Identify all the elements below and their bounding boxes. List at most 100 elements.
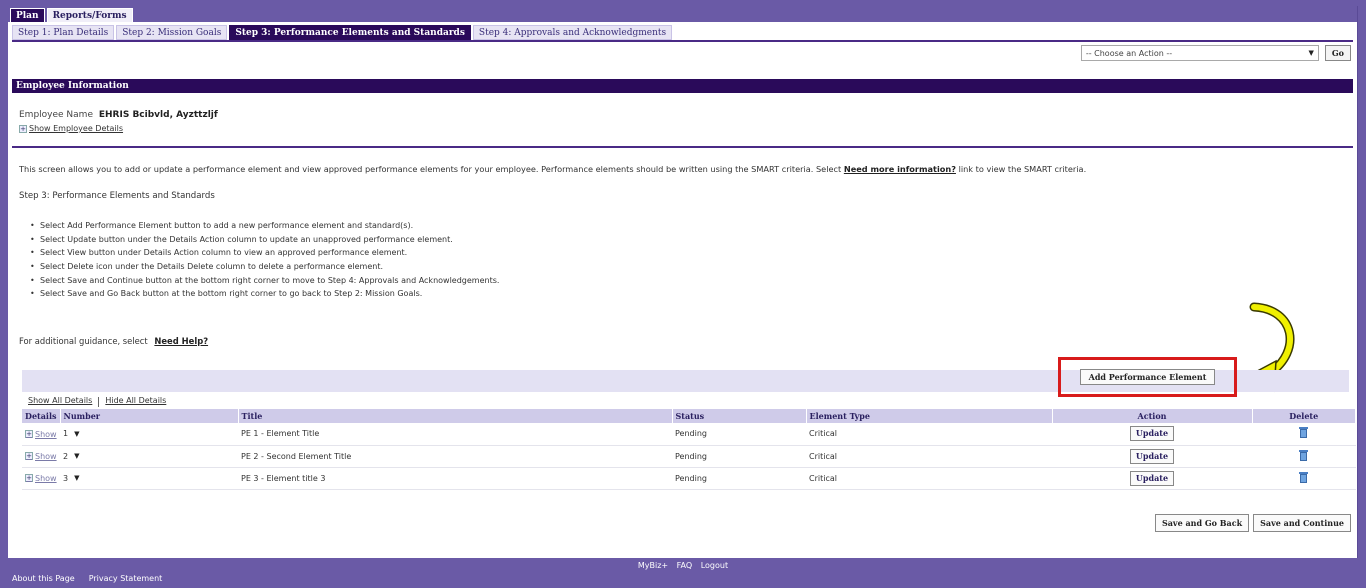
title-cell: PE 1 - Element Title — [238, 423, 672, 446]
bottom-buttons: Save and Go Back Save and Continue — [1154, 514, 1351, 532]
tab-step-2[interactable]: Step 2: Mission Goals — [116, 25, 228, 40]
show-employee-details-label: Show Employee Details — [29, 124, 124, 133]
delete-cell — [1252, 445, 1356, 468]
number-select[interactable]: 2 ▼ — [63, 452, 79, 461]
details-cell: + Show — [22, 445, 60, 468]
details-toggle-row: Show All Details Hide All Details — [28, 396, 166, 407]
guidance-row: For additional guidance, select Need Hel… — [19, 336, 208, 346]
trash-icon[interactable] — [1299, 427, 1309, 439]
intro-text: This screen allows you to add or update … — [19, 164, 1086, 174]
row-show-label: Show — [35, 451, 57, 461]
action-row: -- Choose an Action -- ▼ Go — [1080, 45, 1351, 61]
update-button[interactable]: Update — [1129, 470, 1175, 486]
number-value: 2 — [63, 451, 69, 461]
number-cell: 3 ▼ — [60, 467, 238, 490]
number-value: 1 — [63, 429, 69, 439]
content-divider — [12, 146, 1353, 148]
footer-left-links: About this Page Privacy Statement — [12, 574, 162, 583]
intro-text-after: link to view the SMART criteria. — [958, 164, 1087, 174]
expand-icon: + — [25, 430, 33, 438]
expand-icon: + — [25, 452, 33, 461]
col-action: Action — [1052, 409, 1253, 423]
row-show-link[interactable]: + Show — [25, 452, 57, 461]
expand-icon: + — [19, 124, 27, 133]
footer: MyBiz+ FAQ Logout About this Page Privac… — [0, 558, 1366, 588]
privacy-statement-link[interactable]: Privacy Statement — [89, 574, 163, 583]
trash-icon[interactable] — [1299, 471, 1309, 483]
top-tabs: Plan Reports/Forms — [8, 6, 1357, 22]
status-cell: Pending — [672, 445, 806, 468]
employee-name-row: Employee Name EHRIS Bcibvld, Ayzttzljf — [19, 110, 218, 120]
chevron-down-icon: ▼ — [74, 452, 80, 460]
logout-link[interactable]: Logout — [701, 561, 728, 570]
employee-name-label: Employee Name — [19, 110, 93, 120]
element-type-cell: Critical — [806, 467, 1052, 490]
save-and-go-back-button[interactable]: Save and Go Back — [1154, 514, 1250, 532]
tab-step-1[interactable]: Step 1: Plan Details — [12, 25, 115, 40]
element-type-cell: Critical — [806, 445, 1052, 468]
intro-text-before: This screen allows you to add or update … — [19, 164, 842, 174]
show-all-details-link[interactable]: Show All Details — [28, 396, 92, 407]
action-cell: Update — [1052, 445, 1252, 468]
status-cell: Pending — [672, 467, 806, 490]
number-select[interactable]: 3 ▼ — [63, 474, 79, 483]
update-button[interactable]: Update — [1129, 448, 1175, 464]
table-header-row: Details Number Title Status Element Type… — [22, 409, 1356, 423]
need-more-info-link[interactable]: Need more information? — [844, 164, 956, 174]
guidance-text: For additional guidance, select — [19, 336, 148, 346]
go-button[interactable]: Go — [1324, 45, 1351, 61]
mybiz-link[interactable]: MyBiz+ — [638, 561, 668, 570]
row-show-label: Show — [35, 429, 57, 439]
col-title: Title — [238, 409, 673, 423]
choose-action-value: -- Choose an Action -- — [1085, 48, 1173, 58]
tab-reports-forms[interactable]: Reports/Forms — [46, 8, 133, 22]
number-cell: 1 ▼ — [60, 423, 238, 446]
list-item: Select Update button under the Details A… — [30, 233, 499, 247]
highlight-box: Add Performance Element — [1058, 357, 1237, 397]
title-cell: PE 3 - Element title 3 — [238, 467, 672, 490]
row-show-link[interactable]: + Show — [25, 474, 57, 483]
details-cell: + Show — [22, 423, 60, 446]
expand-icon: + — [25, 474, 33, 483]
update-button[interactable]: Update — [1129, 426, 1175, 442]
save-and-continue-button[interactable]: Save and Continue — [1253, 514, 1351, 532]
choose-action-select[interactable]: -- Choose an Action -- ▼ — [1080, 45, 1319, 61]
separator — [98, 397, 100, 407]
list-item: Select Save and Continue button at the b… — [30, 274, 499, 288]
step-divider — [12, 40, 1353, 42]
action-cell: Update — [1052, 467, 1252, 490]
trash-icon[interactable] — [1299, 449, 1309, 461]
list-item: Select Save and Go Back button at the bo… — [30, 287, 499, 301]
faq-link[interactable]: FAQ — [677, 561, 693, 570]
footer-links: MyBiz+ FAQ Logout — [0, 561, 1366, 570]
table-row: + Show 2 ▼ PE 2 - Second Element Title Pen… — [22, 445, 1356, 468]
show-employee-details-link[interactable]: + Show Employee Details — [19, 124, 123, 133]
chevron-down-icon: ▼ — [74, 474, 80, 482]
title-cell: PE 2 - Second Element Title — [238, 445, 672, 468]
details-cell: + Show — [22, 467, 60, 490]
app-frame: Plan Reports/Forms Step 1: Plan Details … — [8, 6, 1358, 558]
col-element-type: Element Type — [806, 409, 1053, 423]
list-item: Select View button under Details Action … — [30, 246, 499, 260]
number-cell: 2 ▼ — [60, 445, 238, 468]
hide-all-details-link[interactable]: Hide All Details — [105, 396, 166, 407]
row-show-label: Show — [35, 473, 57, 483]
need-help-link[interactable]: Need Help? — [154, 336, 208, 346]
number-select[interactable]: 1 ▼ — [63, 429, 79, 438]
list-item: Select Add Performance Element button to… — [30, 219, 499, 233]
section-header: Employee Information — [12, 79, 1353, 93]
col-delete: Delete — [1252, 409, 1356, 423]
chevron-down-icon: ▼ — [74, 429, 80, 438]
add-performance-element-button[interactable]: Add Performance Element — [1079, 369, 1216, 385]
element-type-cell: Critical — [806, 423, 1052, 446]
col-status: Status — [672, 409, 807, 423]
instruction-list: Select Add Performance Element button to… — [30, 219, 499, 301]
about-page-link[interactable]: About this Page — [12, 574, 75, 583]
col-number: Number — [60, 409, 239, 423]
table-row: + Show 1 ▼ PE 1 - Element Title Pending Cr… — [22, 423, 1356, 446]
step-title: Step 3: Performance Elements and Standar… — [19, 191, 215, 201]
tab-step-3[interactable]: Step 3: Performance Elements and Standar… — [229, 25, 471, 40]
row-show-link[interactable]: + Show — [25, 430, 57, 439]
tab-plan[interactable]: Plan — [10, 8, 45, 22]
tab-step-4[interactable]: Step 4: Approvals and Acknowledgments — [472, 25, 673, 40]
